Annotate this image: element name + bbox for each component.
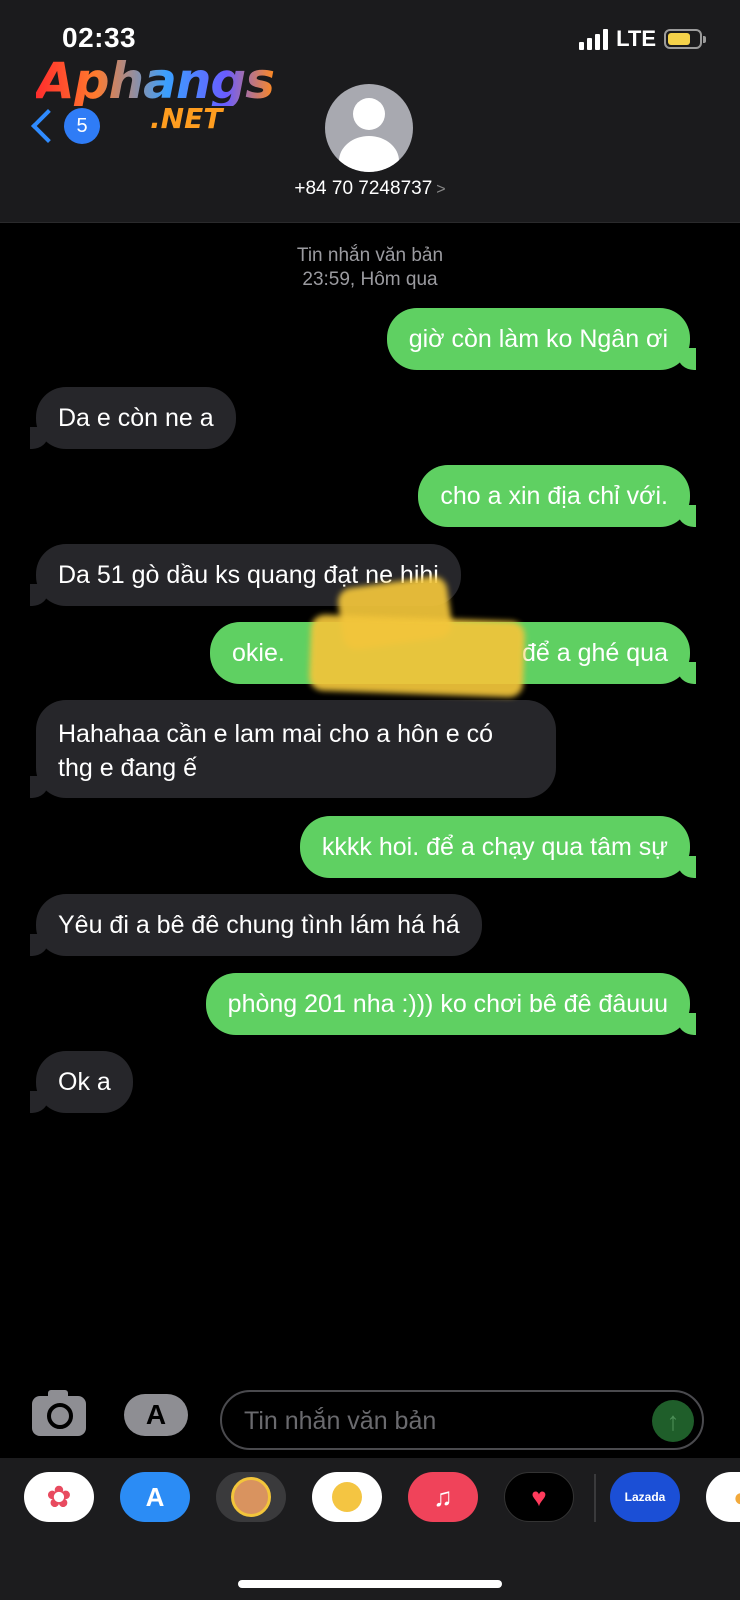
animoji-stickers-icon[interactable] <box>312 1472 382 1522</box>
conversation-header: 02:33 LTE Aphangs .NET 5 +84 70 7248737 > <box>0 0 740 223</box>
photos-icon[interactable]: ✿ <box>24 1472 94 1522</box>
message-text: Hahahaa cần e lam mai cho a hôn e có thg… <box>58 720 493 782</box>
message-bubble-sent[interactable]: giờ còn làm ko Ngân ơi <box>386 308 697 370</box>
contact-name-button[interactable]: +84 70 7248737 > <box>0 178 740 200</box>
network-type: LTE <box>616 26 656 51</box>
message-input-container[interactable]: ↑ <box>220 1390 704 1450</box>
lazada-icon[interactable]: Lazada <box>610 1472 680 1522</box>
imessage-app-drawer: ✿ A ♫ ♥ Lazada ● <box>0 1458 740 1600</box>
message-bubble-received[interactable]: Da e còn ne a <box>30 387 236 449</box>
message-text-start: okie. <box>232 639 285 667</box>
logo-sub-text: .NET <box>150 102 223 135</box>
lazada-label: Lazada <box>624 1490 666 1504</box>
message-bubble-sent[interactable]: cho a xin địa chỉ với. <box>418 465 696 527</box>
digital-touch-icon[interactable]: ♥ <box>504 1472 574 1522</box>
message-bubble-sent[interactable]: kkkk hoi. để a chạy qua tâm sự <box>299 816 697 878</box>
send-arrow-icon[interactable]: ↑ <box>652 1400 694 1442</box>
contact-avatar[interactable] <box>325 84 413 172</box>
message-text: cho a xin địa chỉ với. <box>440 482 668 510</box>
back-button[interactable]: 5 <box>28 108 100 144</box>
app-store-icon[interactable]: A <box>120 1472 190 1522</box>
status-indicators: LTE <box>579 26 706 52</box>
chevron-right-icon: > <box>436 181 446 198</box>
message-bubble-received[interactable]: Ok a <box>30 1051 133 1113</box>
status-time: 02:33 <box>62 22 137 53</box>
message-text: phòng 201 nha :))) ko chơi bê đê đâuuu <box>227 990 668 1018</box>
message-text: kkkk hoi. để a chạy qua tâm sự <box>321 833 668 861</box>
signal-icon <box>579 28 609 50</box>
home-indicator[interactable] <box>238 1580 502 1588</box>
message-text: Yêu đi a bê đê chung tình lám há há <box>58 911 460 939</box>
message-bubble-sent[interactable]: phòng 201 nha :))) ko chơi bê đê đâuuu <box>205 973 697 1035</box>
person-icon <box>353 98 385 130</box>
message-date: 23:59, Hôm qua <box>302 269 438 290</box>
chevron-left-icon <box>31 109 65 143</box>
message-text: giờ còn làm ko Ngân ơi <box>408 325 668 353</box>
battery-icon <box>664 29 706 49</box>
redaction-mark <box>308 614 526 698</box>
message-bubble-received[interactable]: Yêu đi a bê đê chung tình lám há há <box>30 894 482 956</box>
compose-bar: A ↑ <box>0 1378 740 1450</box>
watermark-logo: Aphangs .NET <box>36 52 275 135</box>
app-drawer-toggle-icon[interactable]: A <box>124 1394 188 1436</box>
message-type-label: Tin nhắn văn bản <box>296 245 444 266</box>
message-text: Ok a <box>58 1068 111 1096</box>
music-icon[interactable]: ♫ <box>408 1472 478 1522</box>
message-input[interactable] <box>242 1392 646 1450</box>
message-bubble-received[interactable]: Hahahaa cần e lam mai cho a hôn e có thg… <box>30 700 556 798</box>
drawer-divider <box>594 1474 596 1522</box>
memoji-icon[interactable] <box>216 1472 286 1522</box>
maps-icon[interactable]: ● <box>706 1472 740 1522</box>
camera-icon[interactable] <box>32 1390 86 1436</box>
logo-main-text: Aphangs <box>36 52 275 110</box>
contact-number: +84 70 7248737 <box>294 178 433 199</box>
message-text: Da e còn ne a <box>58 404 214 432</box>
thread-timestamp: Tin nhắn văn bản 23:59, Hôm qua <box>0 244 740 292</box>
message-text-end: để a ghé qua <box>522 639 668 667</box>
unread-count-badge: 5 <box>64 108 100 144</box>
